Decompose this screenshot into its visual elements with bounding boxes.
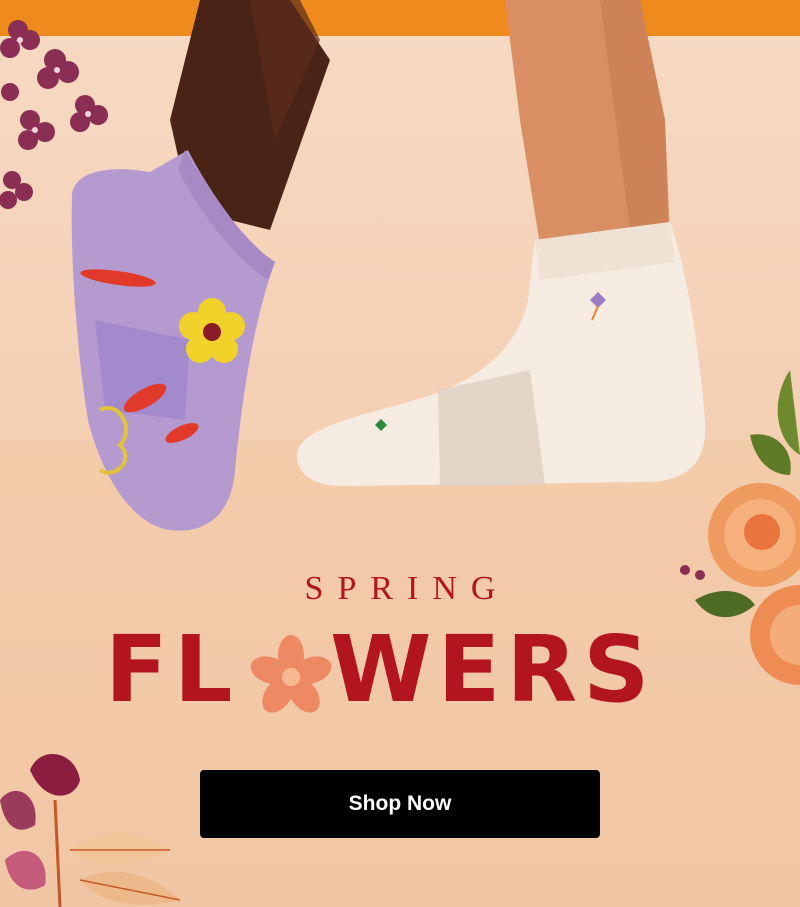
headline-flowers: FL WERS — [0, 615, 800, 725]
promo-banner[interactable]: SPRING FL WERS Shop Now — [0, 0, 800, 907]
purple-flowers-decoration — [0, 20, 108, 209]
kicker-spring: SPRING — [304, 570, 510, 607]
headline-left: FL — [105, 616, 239, 723]
shop-now-button[interactable]: Shop Now — [200, 770, 600, 838]
headline-right: WERS — [330, 616, 656, 723]
flower-o-icon — [250, 635, 332, 713]
cream-sock — [296, 222, 706, 486]
burgundy-tulips-decoration — [0, 753, 181, 907]
